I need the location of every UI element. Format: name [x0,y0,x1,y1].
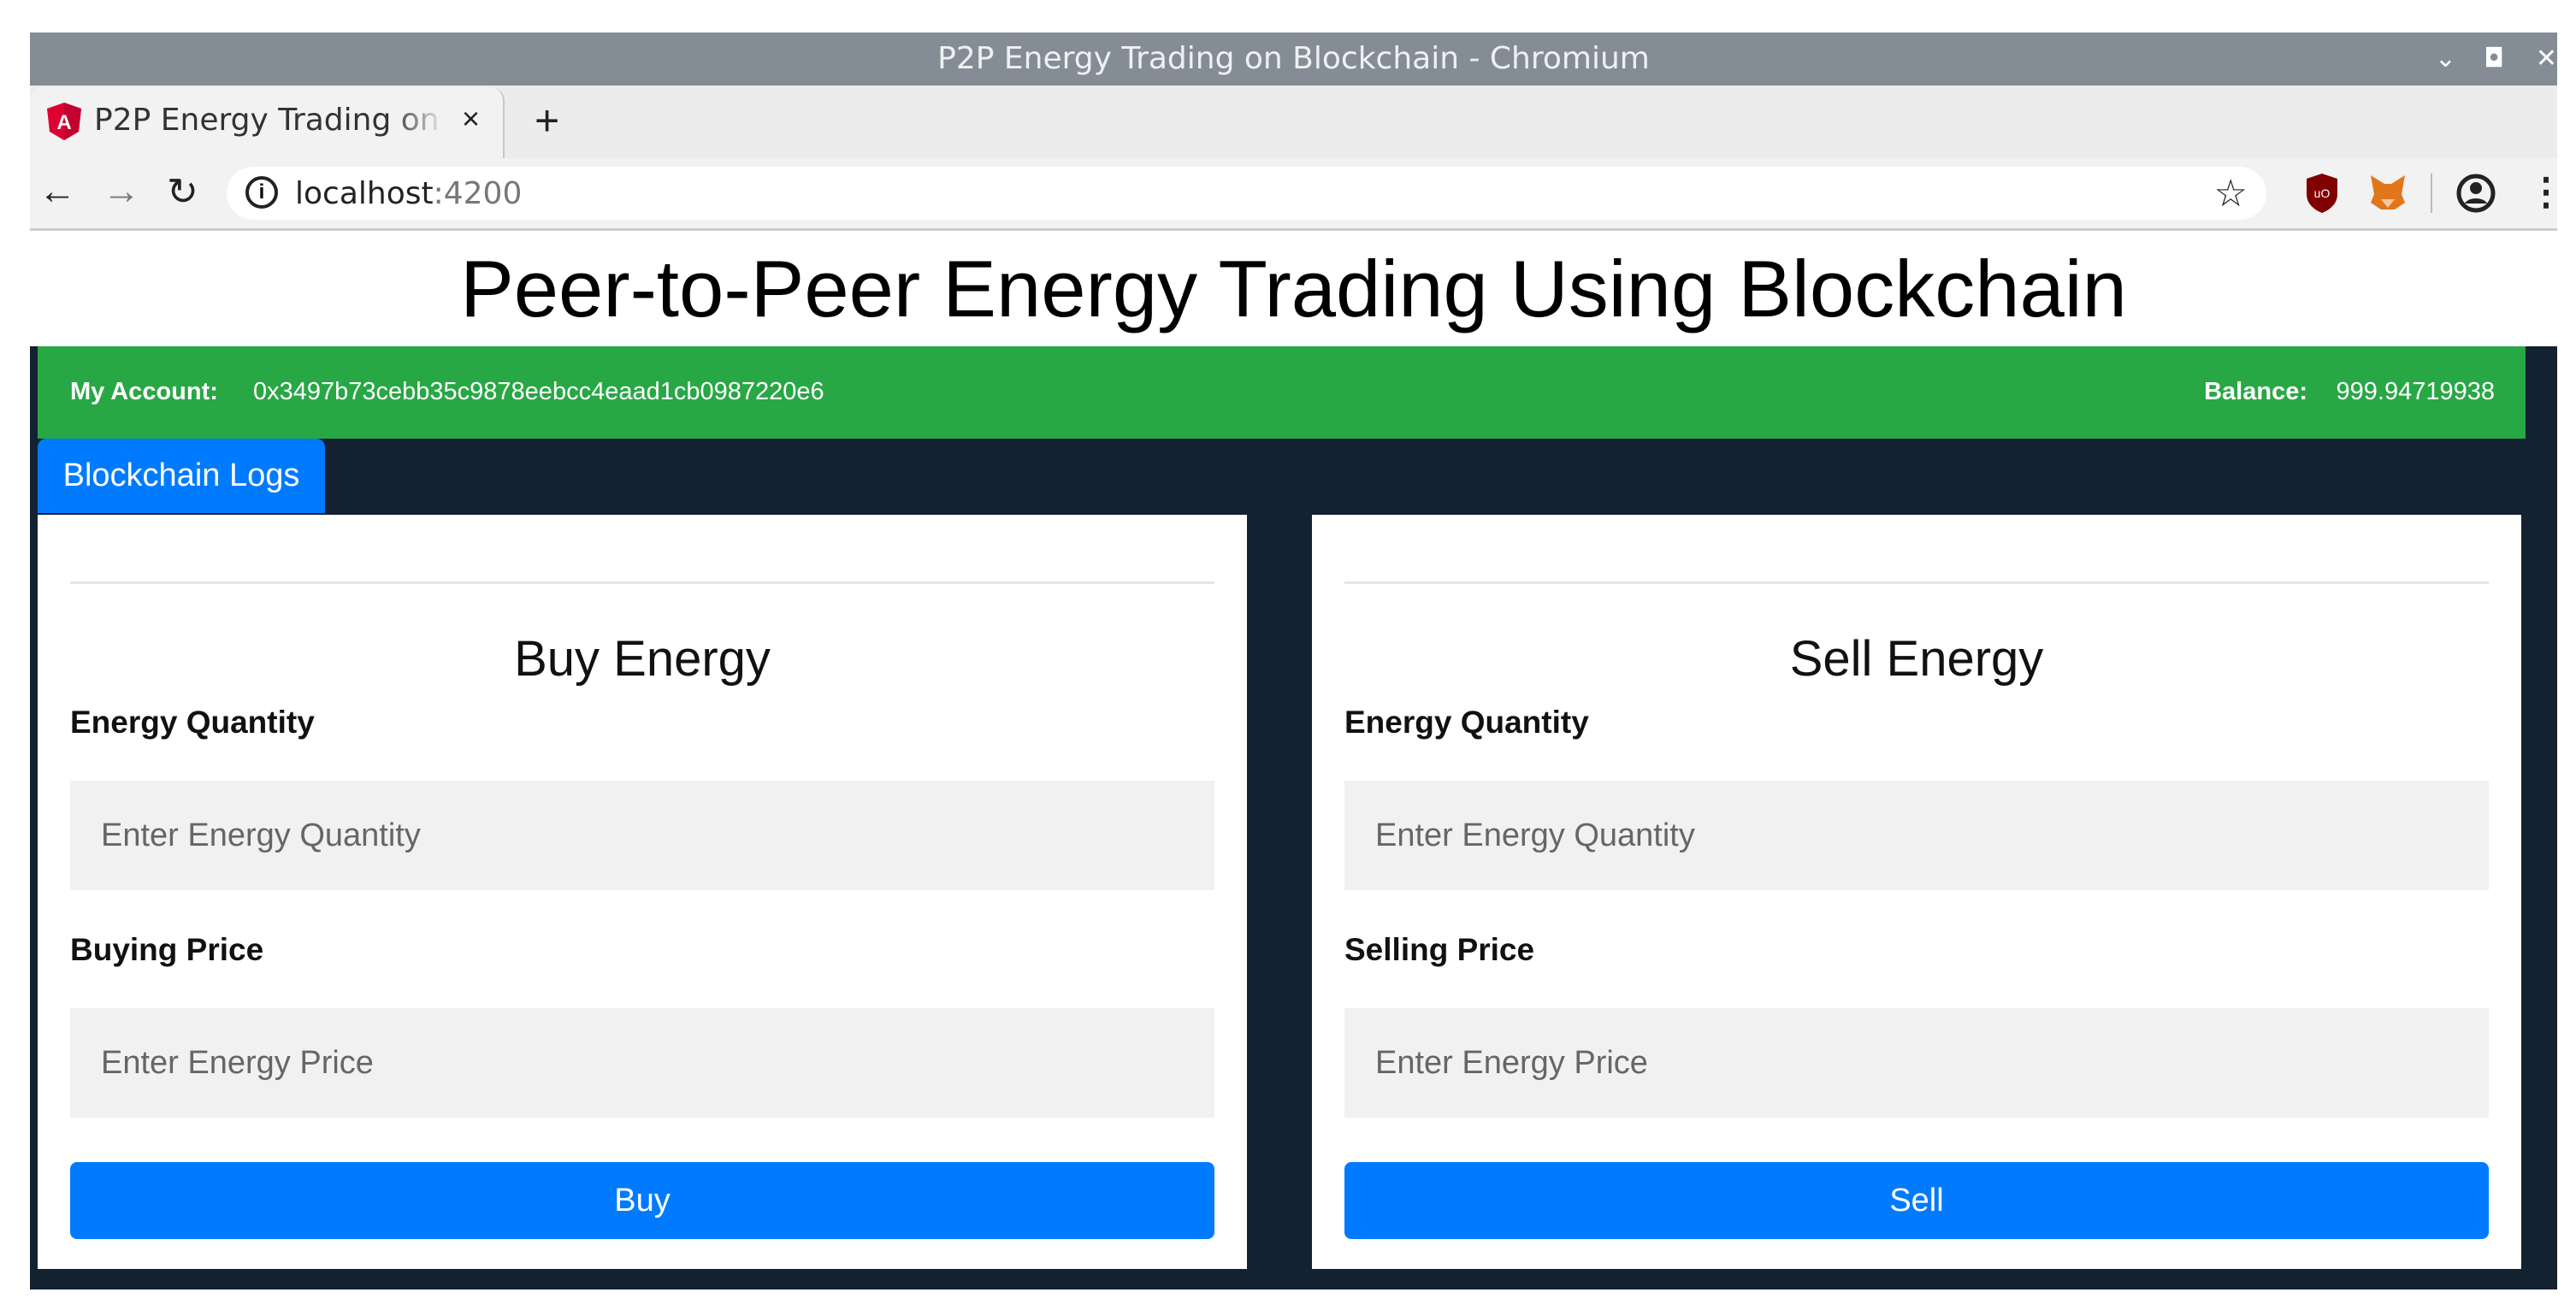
url-text: localhost:4200 [295,176,523,211]
svg-text:A: A [56,111,71,134]
info-icon[interactable]: i [245,176,278,209]
title-bar: P2P Energy Trading on Blockchain - Chrom… [30,32,2557,86]
account-address: 0x3497b73cebb35c9878eebcc4eaad1cb0987220… [253,378,824,405]
sell-quantity-label: Energy Quantity [1344,705,1589,740]
metamask-icon[interactable] [2369,174,2407,211]
star-icon[interactable]: ☆ [2214,172,2248,215]
new-tab-button[interactable]: + [535,96,559,145]
browser-tab[interactable]: A P2P Energy Trading on Blockchain × [30,87,505,158]
buy-energy-card: Buy Energy Energy Quantity Buying Price … [38,515,1247,1269]
divider [70,581,1214,584]
app-container: My Account: 0x3497b73cebb35c9878eebcc4ea… [30,346,2557,1289]
buy-energy-title: Buy Energy [514,631,771,687]
buy-button[interactable]: Buy [70,1162,1214,1239]
sell-energy-title: Sell Energy [1789,631,2044,687]
browser-window: P2P Energy Trading on Blockchain - Chrom… [30,32,2565,1289]
close-window-icon[interactable]: ✕ [2536,32,2557,86]
tab-close-icon[interactable]: × [462,101,480,137]
menu-icon[interactable]: ⋮ [2527,170,2565,214]
buying-price-label: Buying Price [70,932,264,967]
tab-title: P2P Energy Trading on Blockchain [94,103,445,138]
address-bar[interactable]: i localhost:4200 ☆ [227,167,2266,220]
divider [1344,581,2489,584]
tab-bar: A P2P Energy Trading on Blockchain × + [30,86,2557,158]
address-toolbar: ← → ↻ i localhost:4200 ☆ uO ⋮ [30,158,2565,231]
buy-price-input[interactable] [70,1008,1214,1118]
account-bar: My Account: 0x3497b73cebb35c9878eebcc4ea… [38,346,2526,439]
buy-quantity-input[interactable] [70,781,1214,890]
sell-energy-card: Sell Energy Energy Quantity Selling Pric… [1312,515,2521,1269]
blockchain-logs-tab[interactable]: Blockchain Logs [38,439,325,513]
svg-text:uO: uO [2314,186,2331,200]
maximize-icon[interactable]: ◘ [2484,32,2504,86]
toolbar-divider [2431,174,2432,213]
page-title: Peer-to-Peer Energy Trading Using Blockc… [460,244,2127,333]
reload-icon[interactable]: ↻ [167,170,198,214]
selling-price-label: Selling Price [1344,932,1535,967]
forward-icon[interactable]: → [103,170,140,213]
minimize-icon[interactable]: ⌄ [2435,32,2456,86]
sell-button[interactable]: Sell [1344,1162,2489,1239]
window-title: P2P Energy Trading on Blockchain - Chrom… [937,41,1650,76]
angular-icon: A [47,103,81,140]
balance-value: 999.94719938 [2336,378,2495,405]
balance-label: Balance: [2204,378,2307,405]
sell-price-input[interactable] [1344,1008,2489,1118]
profile-icon[interactable] [2456,174,2496,213]
buy-quantity-label: Energy Quantity [70,705,315,740]
sell-quantity-input[interactable] [1344,781,2489,890]
ublock-icon[interactable]: uO [2305,174,2339,213]
account-label: My Account: [70,378,218,405]
back-icon[interactable]: ← [38,170,76,213]
